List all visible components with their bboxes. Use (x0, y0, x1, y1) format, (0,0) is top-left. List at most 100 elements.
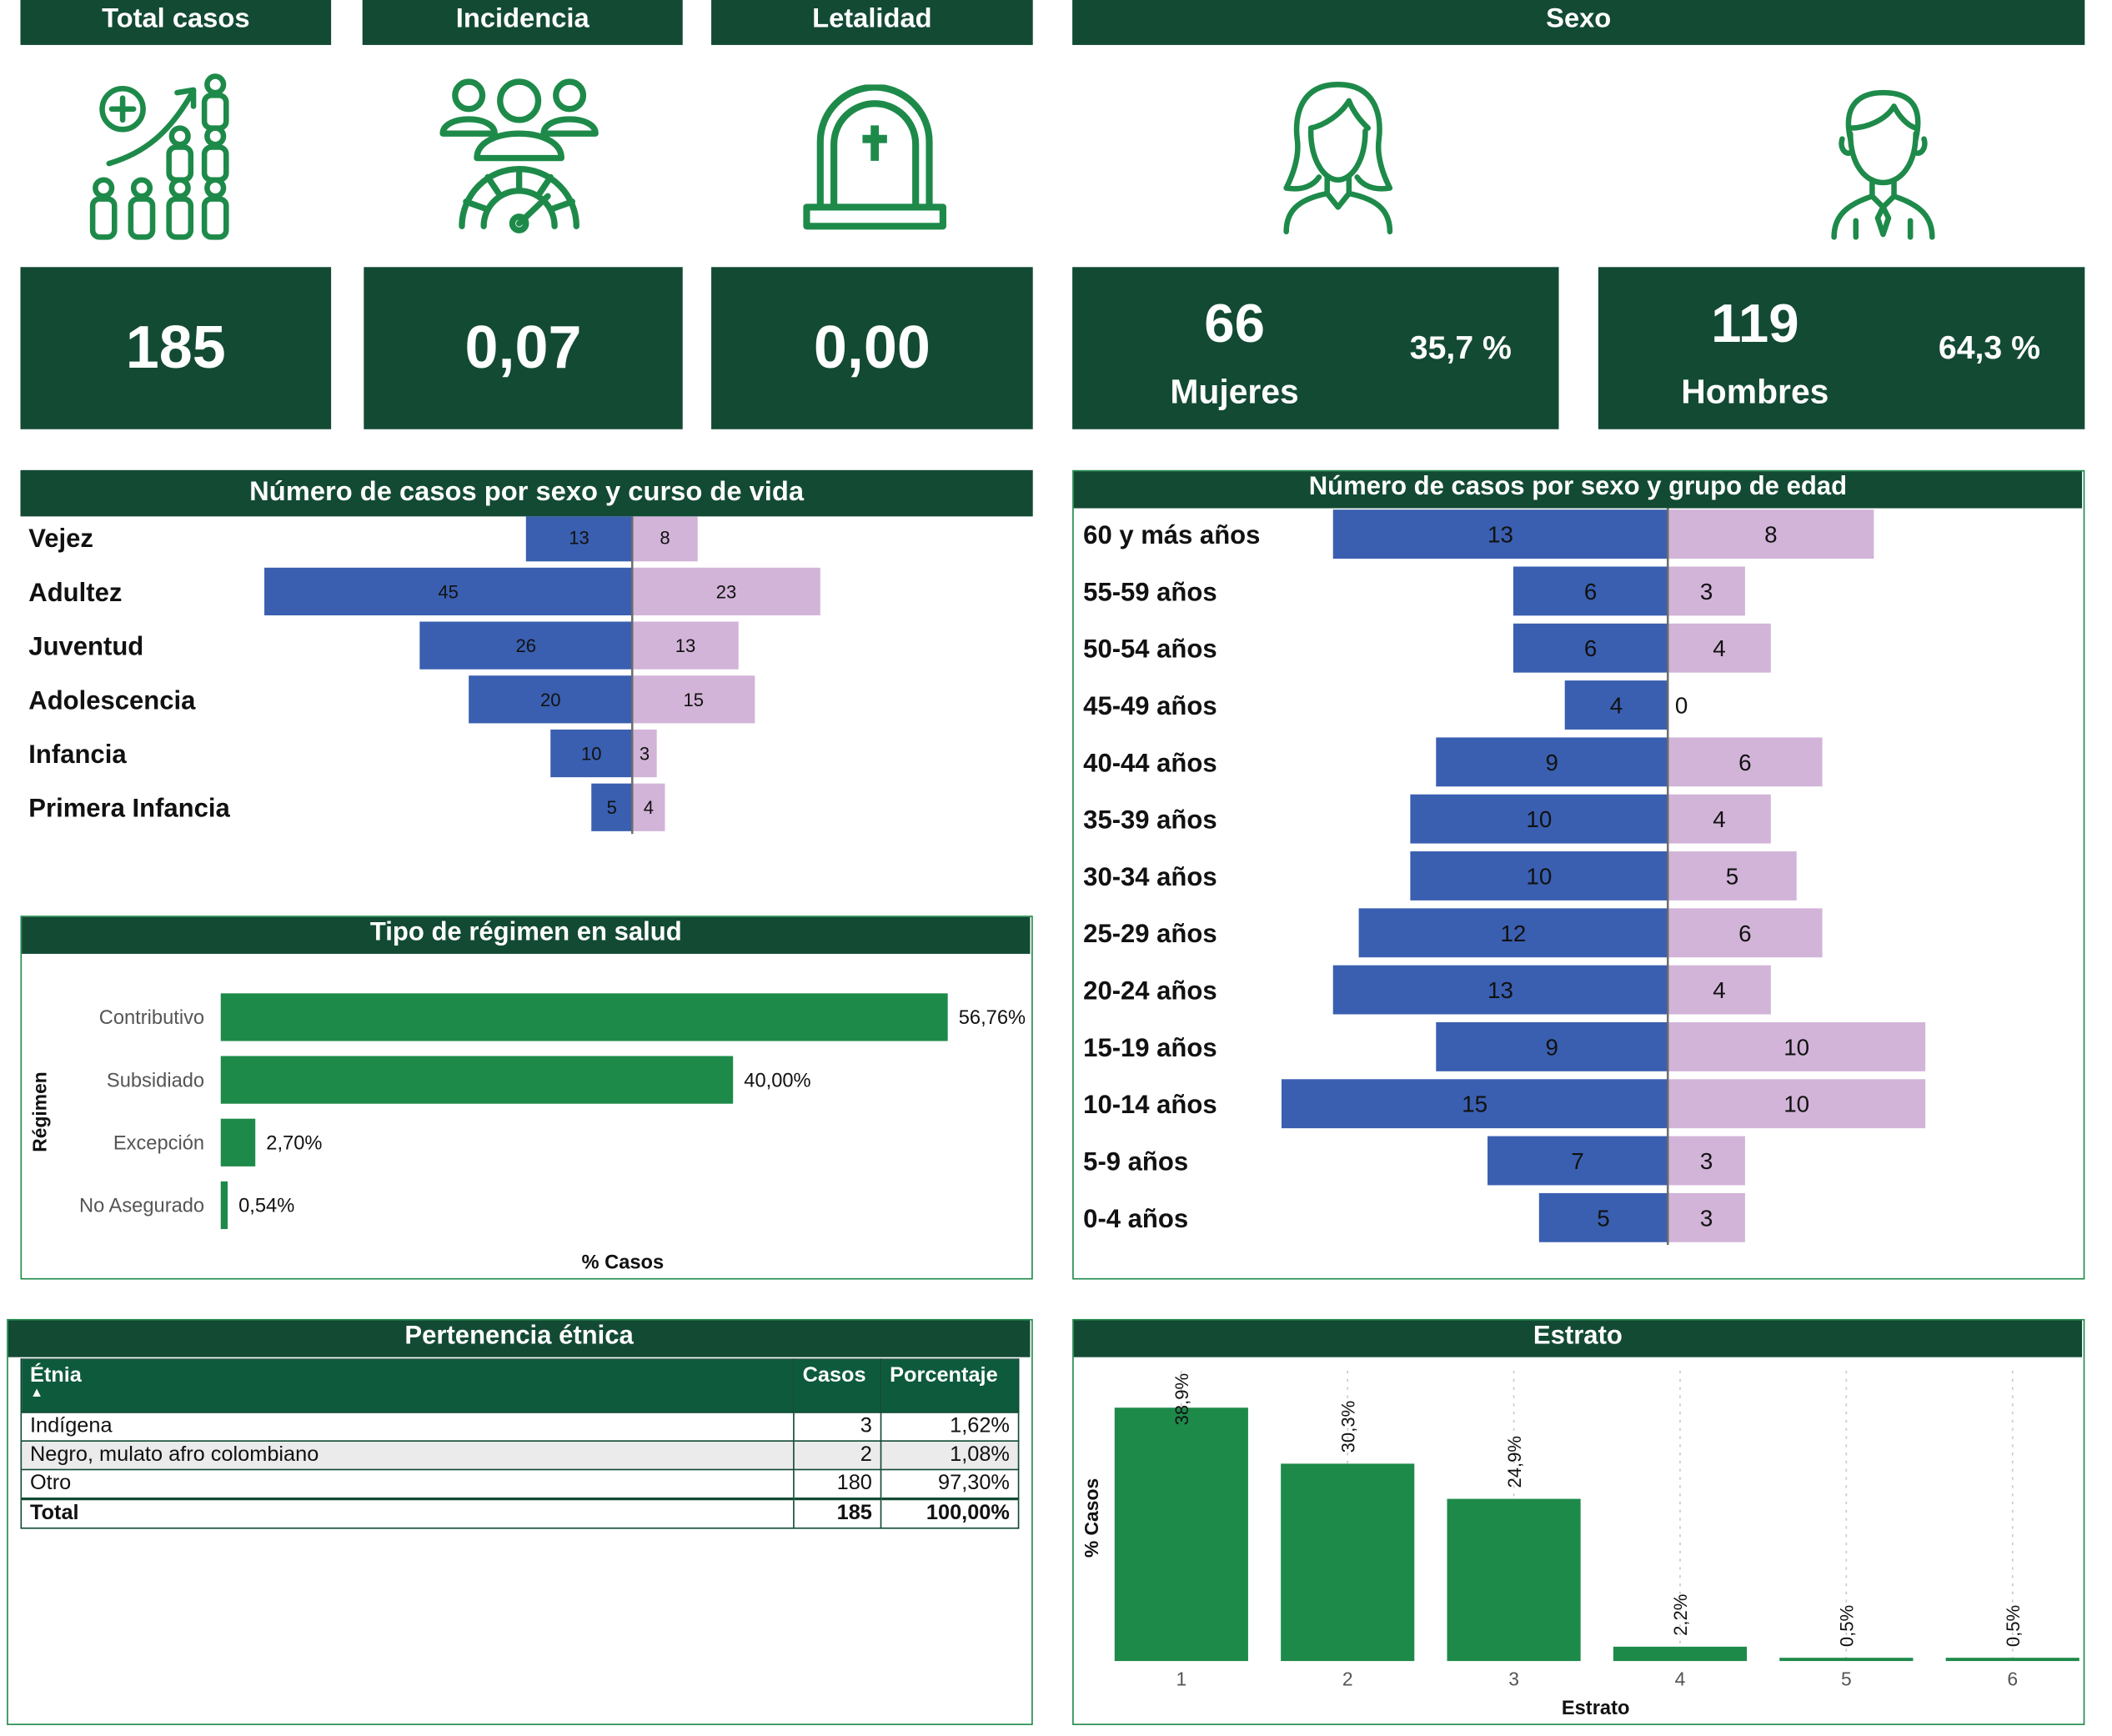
hombres-count: 119 (1711, 294, 1799, 354)
bar-male-value: 9 (1546, 750, 1558, 775)
bar-female-value: 4 (1713, 635, 1725, 661)
bar-female-value: 4 (1713, 977, 1725, 1003)
estrato-bar (1114, 1407, 1248, 1662)
hombres-pct: 64,3 % (1938, 329, 2040, 367)
table-row: Indígena 3 1,62% (20, 1412, 1020, 1442)
grupo-edad-svg: 60 y más años 13 8 55-59 años 6 3 50-54 años 6 4… (1083, 508, 1926, 1246)
bar-male-value: 13 (569, 528, 589, 549)
estrato-tick-label: 3 (1508, 1668, 1519, 1690)
bar-female-value: 4 (1713, 806, 1725, 832)
grupo-edad-panel: Número de casos por sexo y grupo de edad… (1072, 469, 2085, 1280)
estrato-value-label: 0,5% (1837, 1605, 1858, 1647)
bar-male-value: 4 (1610, 693, 1623, 719)
incidencia-value: 0,07 (364, 267, 683, 429)
regimen-bar (220, 993, 948, 1041)
age-category-label: Primera Infancia (28, 794, 230, 823)
age-category-label: 55-59 años (1083, 577, 1217, 606)
age-category-label: 10-14 años (1083, 1090, 1217, 1119)
table-row: Otro 180 97,30% (20, 1468, 1020, 1500)
bar-male-value: 13 (1487, 522, 1513, 548)
estrato-value-label: 24,9% (1504, 1436, 1525, 1488)
bar-male-value: 10 (1526, 806, 1552, 832)
cell-etnia: Otro (20, 1468, 795, 1500)
regimen-value-label: 0,54% (238, 1196, 294, 1217)
estrato-x-axis-title: Estrato (1562, 1698, 1630, 1719)
estrato-svg: 38,9% 1 30,3% 2 24,9% 3 2,2% 4 0,5% 5 0,5% 6 Estrato… (1081, 1371, 2079, 1719)
bar-male-value: 15 (1462, 1091, 1487, 1117)
estrato-value-label: 38,9% (1171, 1373, 1192, 1426)
etnia-table: Étnia ▲ Casos Porcentaje Indígena 3 1,62%… (20, 1358, 1020, 1529)
age-category-label: Adultez (28, 578, 122, 607)
mujeres-card: 66 Mujeres 35,7 % (1072, 267, 1559, 429)
grupo-edad-title: Número de casos por sexo y grupo de edad (1073, 471, 2083, 509)
bar-male-value: 10 (1526, 863, 1552, 889)
regimen-value-label: 40,00% (744, 1070, 810, 1091)
bar-male-value: 6 (1584, 635, 1597, 661)
tombstone-icon (801, 83, 948, 231)
bar-female-value: 8 (1764, 522, 1777, 548)
curso-vida-svg: Vejez 13 8Adultez 45 23Juventud 26 13Adolescen… (28, 510, 820, 835)
estrato-value-label: 0,5% (2003, 1605, 2024, 1647)
bar-female-value: 3 (1700, 579, 1713, 605)
estrato-bar (1281, 1463, 1415, 1662)
total-casos-value: 185 (20, 267, 332, 429)
age-category-label: 50-54 años (1083, 635, 1217, 664)
regimen-svg: Contributivo 56,76% Subsidiado 40,00% Excepc… (29, 993, 1026, 1273)
bar-male-value: 6 (1584, 579, 1597, 605)
col-header-etnia[interactable]: Étnia ▲ (20, 1358, 795, 1413)
regimen-value-label: 2,70% (266, 1132, 322, 1154)
people-gauge-icon (439, 77, 599, 238)
letalidad-value: 0,00 (711, 267, 1033, 429)
cell-etnia: Negro, mulato afro colombiano (20, 1440, 795, 1471)
woman-icon (1281, 79, 1395, 238)
mujeres-label: Mujeres (1170, 373, 1299, 412)
col-header-porcentaje[interactable]: Porcentaje (880, 1358, 1020, 1413)
regimen-category-label: Contributivo (99, 1007, 204, 1029)
bar-female-value: 13 (675, 635, 696, 656)
cell-pct: 1,08% (880, 1440, 1020, 1471)
estrato-tick-label: 5 (1841, 1668, 1852, 1690)
age-category-label: Infancia (28, 740, 127, 769)
regimen-category-label: No Asegurado (79, 1196, 204, 1217)
bar-female-value: 4 (644, 797, 654, 818)
hombres-card: 119 Hombres 64,3 % (1598, 267, 2085, 429)
regimen-value-label: 56,76% (959, 1007, 1026, 1029)
letalidad-header: Letalidad (711, 0, 1033, 45)
estrato-bar (1779, 1658, 1914, 1662)
col-header-casos[interactable]: Casos (793, 1358, 882, 1413)
bar-female-value: 3 (1700, 1148, 1713, 1174)
bar-male-value: 20 (540, 690, 561, 710)
bar-male-value: 5 (607, 797, 617, 818)
cell-pct: 1,62% (880, 1412, 1020, 1442)
estrato-bar (1945, 1658, 2079, 1662)
regimen-bar (220, 1118, 256, 1167)
regimen-bar (220, 1056, 734, 1104)
bar-female-value: 10 (1783, 1034, 1809, 1060)
age-category-label: 5-9 años (1083, 1146, 1188, 1176)
estrato-panel: Estrato 38,9% 1 30,3% 2 24,9% 3 2,2% 4 0,5% 5 0,5%… (1072, 1318, 2085, 1725)
bar-female-value: 3 (640, 743, 650, 764)
estrato-tick-label: 6 (2007, 1668, 2018, 1690)
sexo-header: Sexo (1072, 0, 2085, 45)
bar-male-value: 10 (581, 743, 602, 764)
regimen-category-label: Excepción (113, 1132, 204, 1154)
bar-female-value: 5 (1726, 863, 1738, 889)
estrato-bar (1447, 1498, 1581, 1662)
cell-casos: 3 (793, 1412, 882, 1442)
age-category-label: 30-34 años (1083, 862, 1217, 891)
estrato-tick-label: 4 (1675, 1668, 1686, 1690)
bar-male-value: 7 (1571, 1148, 1583, 1174)
etnia-panel: Pertenencia étnica Étnia ▲ Casos Porcenta… (7, 1318, 1033, 1725)
table-row: Negro, mulato afro colombiano 2 1,08% (20, 1440, 1020, 1471)
age-category-label: 0-4 años (1083, 1204, 1188, 1233)
total-label: Total (20, 1498, 795, 1529)
bar-male-value: 13 (1487, 977, 1513, 1003)
estrato-y-axis-title: % Casos (1081, 1478, 1102, 1558)
estrato-title: Estrato (1073, 1320, 2083, 1357)
estrato-bar (1613, 1646, 1748, 1662)
regimen-y-axis-title: Régimen (29, 1071, 51, 1152)
regimen-panel: Tipo de régimen en salud Contributivo 56,… (20, 916, 1033, 1280)
bar-female-value: 8 (660, 528, 670, 549)
etnia-title: Pertenencia étnica (8, 1320, 1031, 1357)
regimen-x-axis-title: % Casos (581, 1252, 664, 1273)
